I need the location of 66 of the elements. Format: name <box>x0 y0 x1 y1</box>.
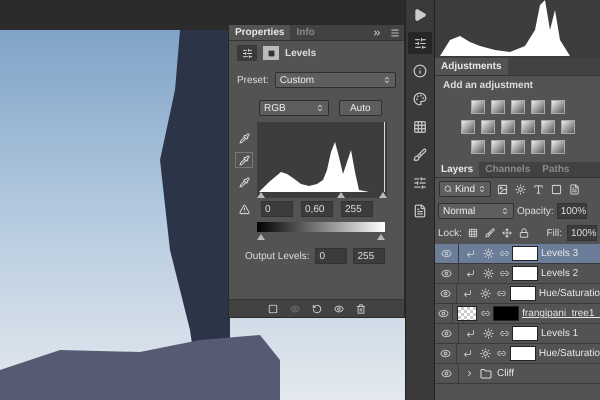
up-down-arrows-icon <box>501 207 509 215</box>
layer-row[interactable]: Hue/Saturatio <box>435 344 600 364</box>
panel-tab[interactable]: Adjustments <box>435 58 508 75</box>
adjustment-icon[interactable] <box>510 100 524 114</box>
preset-dropdown[interactable]: Custom <box>274 72 396 88</box>
up-down-arrows-icon <box>316 104 324 112</box>
panel-title: Levels <box>285 48 316 58</box>
adjustment-icon[interactable] <box>550 100 564 114</box>
mask-thumbnail <box>510 346 536 361</box>
adjustment-icon[interactable] <box>500 120 514 134</box>
layer-name: frangipani_tree1_ <box>522 308 600 319</box>
layer-name: Hue/Saturatio <box>538 348 600 359</box>
layer-row[interactable]: Cliff <box>435 364 600 384</box>
mask-thumbnail <box>512 266 538 281</box>
layer-row[interactable]: Levels 3 <box>435 244 600 264</box>
eyedropper-icon[interactable] <box>235 152 253 168</box>
adjustment-icon[interactable] <box>470 100 484 114</box>
mask-thumbnail <box>512 326 538 341</box>
output-levels-label: Output Levels: <box>245 250 310 262</box>
adjustment-icon[interactable] <box>550 140 564 154</box>
opacity-label: Opacity: <box>517 206 554 216</box>
blend-mode-dropdown[interactable]: Normal <box>438 203 514 219</box>
panel-tab[interactable]: Properties <box>229 25 290 40</box>
opacity-field[interactable]: 100% <box>556 203 587 219</box>
layer-row[interactable]: frangipani_tree1_ <box>435 304 600 324</box>
search-icon <box>444 185 452 193</box>
adjustment-icon[interactable] <box>530 140 544 154</box>
layer-row[interactable]: Levels 1 <box>435 324 600 344</box>
input-level-field[interactable]: 255 <box>341 201 373 217</box>
lock-label: Lock: <box>438 228 462 238</box>
auto-button[interactable]: Auto <box>339 100 382 116</box>
layer-name: Levels 1 <box>541 328 578 339</box>
layer-name: Cliff <box>497 368 514 379</box>
layer-name: Levels 3 <box>541 248 578 259</box>
adjustment-icon[interactable] <box>560 120 574 134</box>
up-down-arrows-icon <box>478 185 486 193</box>
fill-field[interactable]: 100% <box>567 225 597 241</box>
adjustment-icon[interactable] <box>460 120 474 134</box>
layer-thumbnail <box>457 306 478 321</box>
adjustment-icon[interactable] <box>490 100 504 114</box>
filter-dropdown[interactable]: Kind <box>439 181 491 197</box>
layer-name: Levels 2 <box>541 268 578 279</box>
adjustment-icon[interactable] <box>510 140 524 154</box>
output-level-field[interactable]: 255 <box>353 248 386 264</box>
layer-row[interactable]: Levels 2 <box>435 264 600 284</box>
output-level-field[interactable]: 0 <box>315 248 348 264</box>
input-level-field[interactable]: 0 <box>261 201 293 217</box>
panel-tab[interactable]: Layers <box>435 162 480 177</box>
layer-row[interactable]: Hue/Saturatio <box>435 284 600 304</box>
adjustments-heading: Add an adjustment <box>443 80 534 90</box>
mask-thumbnail <box>512 246 538 261</box>
adjustment-icon[interactable] <box>530 100 544 114</box>
mask-icon <box>263 46 279 60</box>
adjustment-icon[interactable] <box>480 120 494 134</box>
adjustment-icon[interactable] <box>520 120 534 134</box>
adjustment-icon[interactable] <box>490 140 504 154</box>
preset-label: Preset: <box>237 74 269 86</box>
layer-name: Hue/Saturatio <box>538 288 600 299</box>
up-down-arrows-icon <box>383 76 391 84</box>
mask-thumbnail <box>493 306 520 321</box>
adjustment-icon[interactable] <box>470 140 484 154</box>
channel-dropdown[interactable]: RGB <box>259 100 329 116</box>
adjustment-icon[interactable] <box>540 120 554 134</box>
input-level-field[interactable]: 0,60 <box>301 201 333 217</box>
fill-label: Fill: <box>546 228 562 238</box>
mask-thumbnail <box>510 286 536 301</box>
